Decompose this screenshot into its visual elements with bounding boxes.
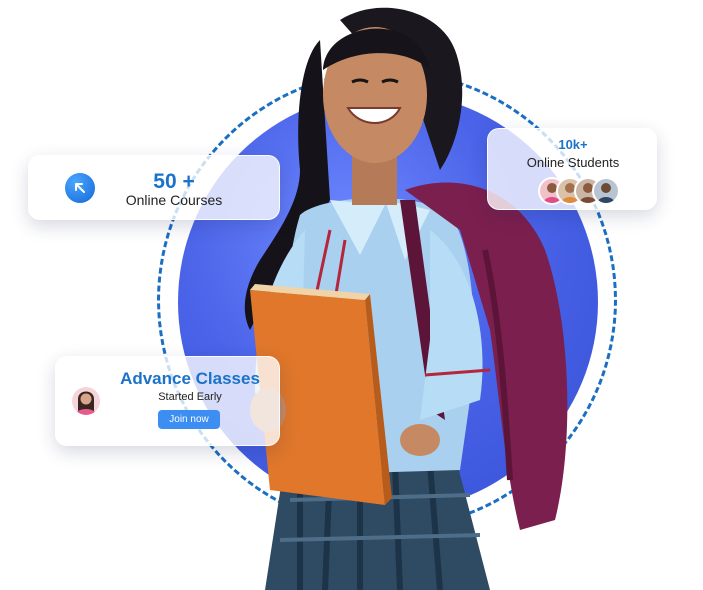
advance-classes-card: Advance Classes Started Early Join now — [55, 356, 280, 446]
hero-section: 50 + Online Courses 10k+ Online Students — [0, 0, 703, 590]
avatar — [592, 177, 620, 205]
join-now-button[interactable]: Join now — [158, 410, 220, 429]
students-label: Online Students — [526, 155, 620, 170]
courses-label: Online Courses — [125, 192, 223, 208]
students-count: 10k+ — [558, 137, 588, 152]
student-image — [244, 7, 568, 590]
student-avatars — [538, 177, 620, 205]
classes-subtitle: Started Early — [158, 391, 222, 403]
classes-title: Advance Classes — [120, 369, 260, 388]
courses-stat-card: 50 + Online Courses — [28, 155, 280, 220]
instructor-avatar — [72, 387, 100, 415]
arrow-up-left-icon — [65, 173, 95, 203]
students-stat-card: 10k+ Online Students — [487, 128, 657, 210]
courses-count: 50 + — [153, 170, 195, 193]
